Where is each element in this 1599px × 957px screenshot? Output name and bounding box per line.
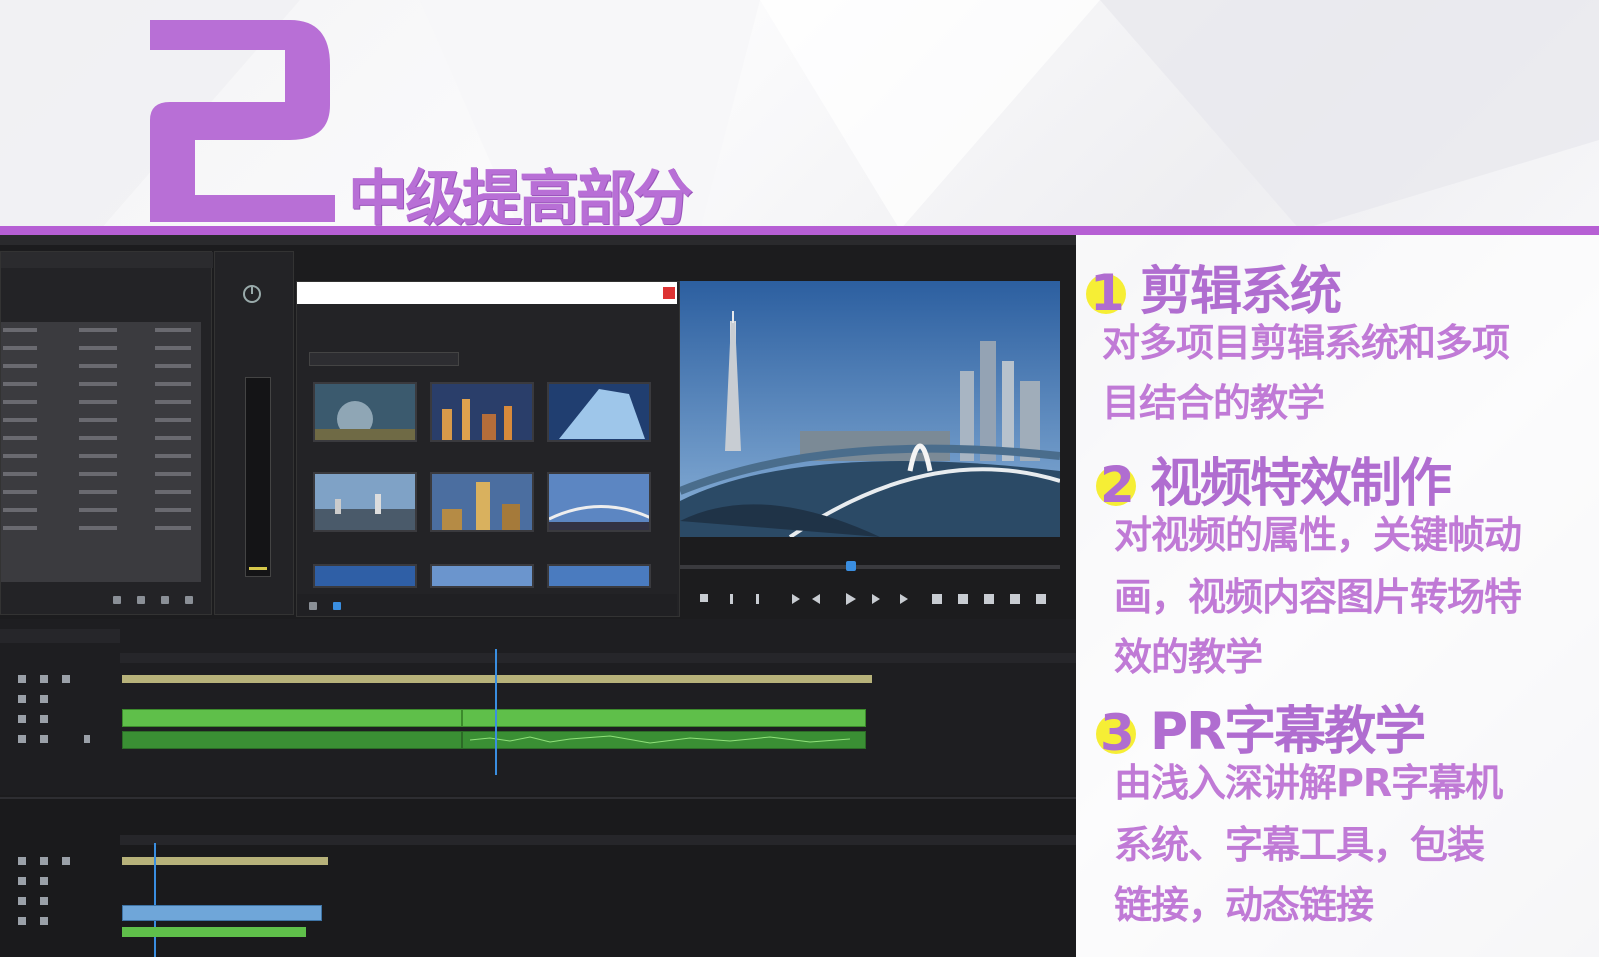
program-monitor	[680, 281, 1060, 537]
thumbnail-5[interactable]	[430, 472, 534, 532]
thumbnail-9[interactable]	[547, 564, 651, 588]
section-2-line-3: 效的教学	[1114, 635, 1263, 679]
thumbnail-1[interactable]	[313, 382, 417, 442]
thumbnail-2[interactable]	[430, 382, 534, 442]
timeline-2-ruler[interactable]	[120, 835, 1076, 845]
thumbnail-6[interactable]	[547, 472, 651, 532]
big-numeral-two	[150, 20, 335, 222]
feature-description-panel: 1 剪辑系统 对多项目剪辑系统和多项 目结合的教学 2 视频特效制作 对视频的属性，…	[1076, 235, 1599, 957]
thumbnail-3[interactable]	[547, 382, 651, 442]
trash-icon[interactable]	[185, 596, 193, 604]
timeline-2-audio-clip[interactable]	[122, 927, 306, 937]
timeline-1-ruler[interactable]	[120, 653, 1076, 663]
section-2-line-1: 对视频的属性，关键帧动	[1114, 513, 1522, 557]
path-bar[interactable]	[297, 282, 677, 304]
timeline-panel-1	[0, 619, 1076, 795]
video-clip-2[interactable]	[462, 709, 866, 727]
thumbnail-4[interactable]	[313, 472, 417, 532]
timeline-2-work-area[interactable]	[122, 857, 328, 865]
project-panel	[0, 251, 213, 615]
transport-controls	[700, 593, 1046, 605]
section-1-line-2: 目结合的教学	[1102, 381, 1325, 425]
track-controls-1	[18, 675, 90, 743]
section-2-line-2: 画，视频内容图片转场特	[1114, 575, 1522, 619]
city-preview-image	[680, 281, 1060, 537]
list-view-icon[interactable]	[309, 602, 317, 610]
section-3-line-1: 由浅入深讲解PR字幕机	[1114, 761, 1503, 805]
timeline-2-playhead[interactable]	[154, 843, 156, 957]
subtitle-clip-track[interactable]	[122, 905, 322, 921]
premiere-editor-screenshot	[0, 235, 1076, 957]
thumbnail-7[interactable]	[313, 564, 417, 588]
timeline-1-work-area[interactable]	[122, 675, 872, 683]
play-icon	[846, 593, 856, 605]
project-panel-tab[interactable]	[1, 252, 213, 268]
section-3-line-2: 系统、字幕工具，包装	[1114, 823, 1485, 867]
timeline-panel-2	[0, 797, 1076, 957]
section-1-line-1: 对多项目剪辑系统和多项	[1102, 321, 1510, 365]
close-icon[interactable]	[663, 287, 675, 299]
volume-meter[interactable]	[245, 377, 271, 577]
audio-clip-1[interactable]	[122, 731, 462, 749]
new-item-icon[interactable]	[161, 596, 169, 604]
search-input[interactable]	[309, 352, 459, 366]
monitor-playhead[interactable]	[846, 561, 856, 571]
folder-icon[interactable]	[137, 596, 145, 604]
audio-waveform	[470, 735, 851, 744]
grid-view-icon[interactable]	[333, 602, 341, 610]
media-browser-panel	[296, 281, 680, 617]
project-list-rows	[3, 328, 191, 530]
page-title: 中级提高部分	[348, 164, 693, 234]
meter-level	[249, 567, 267, 570]
header-divider	[0, 226, 1599, 235]
search-icon[interactable]	[113, 596, 121, 604]
thumbnail-8[interactable]	[430, 564, 534, 588]
section-3-line-3: 链接，动态链接	[1114, 883, 1374, 927]
monitor-scrubber[interactable]	[680, 565, 1060, 569]
audio-meter-panel	[214, 251, 294, 615]
timer-icon	[243, 285, 261, 303]
editor-menubar	[0, 235, 1076, 245]
timeline-1-tab[interactable]	[0, 629, 120, 643]
timeline-1-playhead[interactable]	[495, 649, 497, 775]
video-clip-1[interactable]	[122, 709, 462, 727]
track-controls-2	[18, 857, 70, 925]
media-browser-toolbar	[297, 594, 677, 616]
